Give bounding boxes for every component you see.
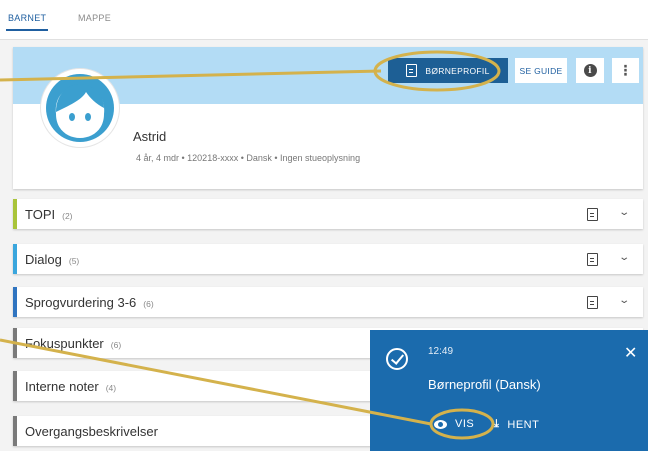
info-icon: i [583,64,597,77]
section-count: (6) [110,340,122,350]
avatar [40,68,120,148]
section-row-sprogvurdering[interactable]: Sprogvurdering 3-6 (6) ⌄ [13,287,643,317]
section-title: Sprogvurdering 3-6 (6) [25,295,154,310]
chevron-down-icon[interactable]: ⌄ [618,252,630,263]
info-button[interactable]: i [576,58,604,83]
section-row-topi[interactable]: TOPI (2) ⌄ [13,199,643,229]
section-title: Overgangsbeskrivelser [25,424,158,439]
section-color-bar [13,328,17,358]
section-count: (5) [68,256,80,266]
document-icon[interactable] [587,296,598,309]
download-icon: ⤓ [494,418,500,430]
document-icon[interactable] [587,208,598,221]
child-profile-card: BØRNEPROFIL SE GUIDE i ⋮ Astrid 4 år, 4 … [13,47,643,189]
chevron-down-icon[interactable]: ⌄ [618,295,630,306]
view-button[interactable]: VIS [434,418,474,430]
borneprofil-button-label: BØRNEPROFIL [425,65,490,76]
document-icon[interactable] [587,253,598,266]
tab-bar: BARNET MAPPE [0,0,648,40]
more-options-button[interactable]: ⋮ [612,58,639,83]
check-circle-icon [386,348,408,370]
child-details: 4 år, 4 mdr • 120218-xxxx • Dansk • Inge… [136,153,361,163]
section-count: (6) [143,299,154,309]
notification-time: 12:49 [428,346,454,357]
section-row-dialog[interactable]: Dialog (5) ⌄ [13,244,643,274]
tab-mappe[interactable]: MAPPE [78,13,111,23]
child-face-icon [46,74,114,142]
section-color-bar [13,416,17,446]
notification-message: Børneprofil (Dansk) [428,377,541,392]
close-icon[interactable]: ✕ [624,343,637,363]
borneprofil-button[interactable]: BØRNEPROFIL [388,58,508,83]
section-title: Dialog (5) [25,252,80,267]
download-button[interactable]: ⤓ HENT [494,418,539,431]
section-count: (2) [62,211,73,221]
section-title: Interne noter (4) [25,379,117,394]
se-guide-button[interactable]: SE GUIDE [515,58,567,83]
document-icon [406,64,418,77]
eye-icon [434,419,447,429]
section-color-bar [13,199,17,229]
section-color-bar [13,371,17,401]
chevron-down-icon[interactable]: ⌄ [618,207,630,218]
download-button-label: HENT [507,418,540,431]
section-count: (4) [105,383,117,393]
more-vertical-icon: ⋮ [618,62,633,78]
download-notification: 12:49 ✕ Børneprofil (Dansk) VIS ⤓ HENT [370,330,648,451]
tab-barnet[interactable]: BARNET [5,13,49,31]
section-title: TOPI (2) [25,207,73,222]
view-button-label: VIS [455,418,475,430]
section-color-bar [13,244,17,274]
section-color-bar [13,287,17,317]
child-name: Astrid [133,129,167,144]
section-title: Fokuspunkter (6) [25,336,122,351]
app-frame: BARNET MAPPE BØRNEPROFIL SE GUIDE i ⋮ As… [0,0,648,451]
